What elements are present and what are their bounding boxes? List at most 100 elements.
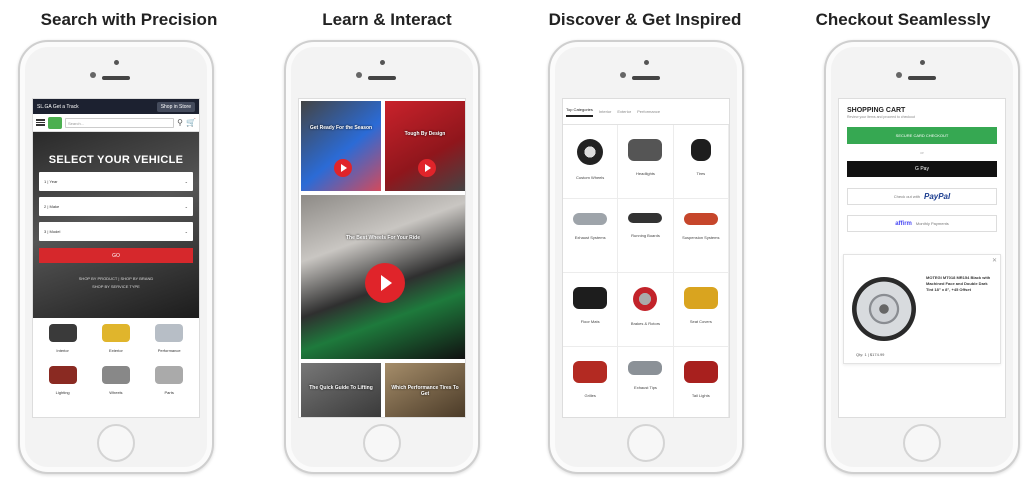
category-item[interactable]: Floor Mats (563, 273, 619, 347)
category-item[interactable]: Seat Covers (673, 273, 729, 347)
tab-performance[interactable]: Performance (637, 109, 660, 114)
cart-item: ✕ MOTEGI MT018 MR154 Black with Machined… (843, 254, 1001, 364)
category-item[interactable]: Headlights (618, 125, 674, 199)
category-item[interactable]: Exhaust Systems (563, 199, 619, 273)
category-label: Brakes & Rotors (630, 321, 661, 326)
cart-icon[interactable]: 🛒 (186, 118, 196, 127)
shopping-cart: SHOPPING CART Review your items and proc… (839, 99, 1005, 232)
home-button[interactable] (627, 424, 665, 462)
category-item[interactable]: Exterior (89, 324, 142, 366)
running-board-icon (628, 213, 663, 223)
phone-screen: SHOPPING CART Review your items and proc… (838, 98, 1006, 418)
search-input[interactable]: Search... (65, 117, 175, 128)
category-item[interactable]: Lighting (36, 366, 89, 408)
category-label: Interior (56, 348, 69, 353)
tab-top-categories[interactable]: Top Categories (566, 107, 593, 117)
column-checkout: Checkout Seamlessly SHOPPING CART Review… (774, 0, 1032, 479)
nav-bar: Search... ⚲ 🛒 (33, 114, 199, 132)
video-tile[interactable]: Get Ready For the Season (299, 99, 383, 193)
paypal-button[interactable]: Check out with PayPal (847, 188, 997, 205)
tab-exterior[interactable]: Exterior (617, 109, 631, 114)
cart-title: SHOPPING CART (847, 107, 906, 114)
part-icon (101, 324, 130, 342)
category-label: Wheels (109, 390, 123, 395)
menu-icon[interactable] (36, 119, 45, 126)
or-divider: or (920, 150, 924, 155)
shop-in-store-button[interactable]: Shop in Store (156, 101, 195, 112)
camera-icon (644, 60, 649, 65)
category-grid: Interior Exterior Performance Lighting W… (33, 318, 199, 408)
category-item[interactable]: Wheels (89, 366, 142, 408)
category-item[interactable]: Tail Lights (674, 347, 729, 417)
tail-light-icon (683, 361, 718, 383)
chevron-down-icon: ⌄ (184, 204, 188, 209)
category-item[interactable]: Grilles (563, 347, 619, 417)
vehicle-selector: SELECT YOUR VEHICLE 1 | Year ⌄ 2 | Make ⌄ … (33, 132, 199, 318)
logo[interactable] (48, 116, 62, 129)
category-item[interactable]: Running Boards (618, 199, 674, 273)
part-icon (155, 366, 184, 384)
category-label: Headlights (636, 171, 655, 176)
category-label: Lighting (55, 390, 70, 395)
floor-mat-icon (48, 324, 77, 342)
search-icon[interactable]: ⚲ (177, 118, 183, 127)
sensor-icon (620, 72, 626, 78)
exhaust-icon (155, 324, 184, 342)
category-grid: Custom Wheels Headlights Tires Exhaust S… (563, 125, 729, 417)
category-item[interactable]: Brakes & Rotors (618, 273, 674, 347)
item-quantity: Qty: 1 | $174.99 (856, 352, 885, 357)
category-item[interactable]: Parts (143, 366, 196, 408)
exhaust-tip-icon (628, 361, 663, 375)
play-icon[interactable] (365, 263, 405, 303)
column-title: Learn & Interact (322, 10, 452, 29)
category-item[interactable]: Exhaust Tips (618, 347, 674, 417)
play-icon[interactable] (418, 159, 436, 177)
select-label: 2 | Make (44, 204, 60, 209)
category-label: Grilles (584, 393, 596, 398)
category-item[interactable]: Custom Wheels (563, 125, 619, 199)
hero-title: SELECT YOUR VEHICLE (48, 154, 184, 166)
make-select[interactable]: 2 | Make ⌄ (39, 197, 193, 216)
video-title: The Best Wheels For Your Ride (346, 235, 420, 241)
column-title: Discover & Get Inspired (548, 10, 742, 29)
category-item[interactable]: Suspension Systems (673, 199, 729, 273)
category-tabs: Top Categories Interior Exterior Perform… (563, 99, 729, 125)
affirm-button[interactable]: affirm Monthly Payments (847, 215, 997, 232)
video-title: The Quick Guide To Lifting (309, 385, 373, 391)
shop-by-links[interactable]: SHOP BY PRODUCT | SHOP BY BRAND SHOP BY … (39, 275, 193, 291)
top-bar: SL.GA Get a Track Shop in Store (33, 99, 199, 114)
category-label: Seat Covers (689, 319, 712, 324)
category-label: Tires (696, 171, 706, 176)
video-tile[interactable]: Tough By Design (383, 99, 465, 193)
camera-icon (114, 60, 119, 65)
category-item[interactable]: Tires (673, 125, 729, 199)
home-button[interactable] (903, 424, 941, 462)
tab-interior[interactable]: Interior (599, 109, 611, 114)
google-pay-button[interactable]: G Pay (847, 161, 997, 177)
paypal-prefix: Check out with (893, 194, 920, 199)
video-tile-featured[interactable]: The Best Wheels For Your Ride (299, 193, 465, 361)
item-description: MOTEGI MT018 MR154 Black with Machined F… (926, 275, 991, 292)
home-button[interactable] (363, 424, 401, 462)
year-select[interactable]: 1 | Year ⌄ (39, 172, 193, 191)
wheel-image (852, 277, 916, 341)
go-button[interactable]: GO (39, 248, 193, 263)
play-icon[interactable] (334, 159, 352, 177)
category-item[interactable]: Interior (36, 324, 89, 366)
video-tile[interactable]: Which Performance Tires To Get (383, 361, 465, 417)
light-icon (48, 366, 77, 384)
video-title: Which Performance Tires To Get (391, 385, 459, 397)
secure-checkout-button[interactable]: SECURE CARD CHECKOUT (847, 127, 997, 144)
category-label: Suspension Systems (682, 235, 720, 240)
home-button[interactable] (97, 424, 135, 462)
category-label: Running Boards (631, 233, 660, 238)
phone-frame: SL.GA Get a Track Shop in Store Search..… (18, 40, 214, 474)
camera-icon (380, 60, 385, 65)
category-item[interactable]: Performance (143, 324, 196, 366)
category-label: Exhaust Systems (574, 235, 606, 240)
shop-by-link[interactable]: SHOP BY SERVICE TYPE (39, 283, 193, 291)
video-tile[interactable]: The Quick Guide To Lifting (299, 361, 383, 417)
close-icon[interactable]: ✕ (992, 257, 997, 264)
model-select[interactable]: 3 | Model ⌄ (39, 222, 193, 241)
shop-by-link[interactable]: SHOP BY PRODUCT | SHOP BY BRAND (39, 275, 193, 283)
